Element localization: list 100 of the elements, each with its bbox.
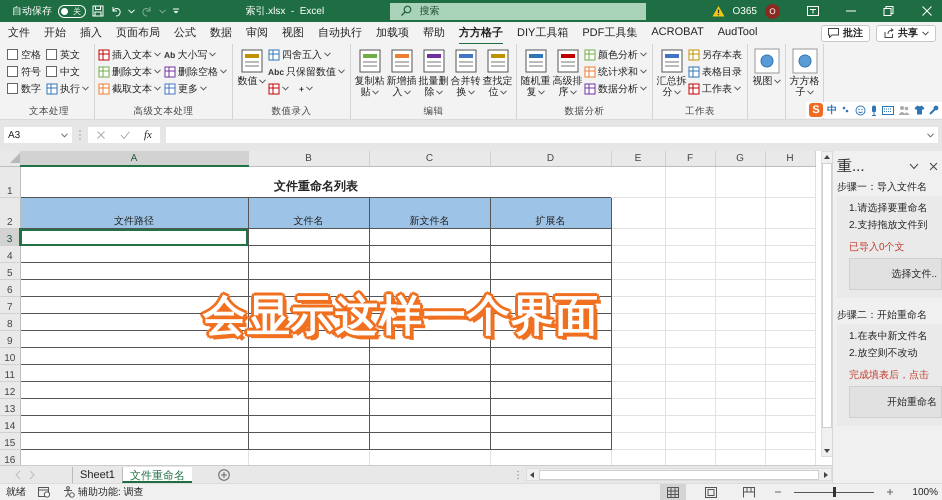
accessibility-icon[interactable] bbox=[63, 486, 75, 498]
row-header[interactable]: 8 bbox=[0, 314, 20, 330]
ribbon-button[interactable]: 随机重复 bbox=[520, 46, 552, 98]
checkbox[interactable] bbox=[7, 66, 18, 77]
input-mode[interactable]: 中 bbox=[827, 103, 837, 117]
customize-icon[interactable] bbox=[172, 7, 180, 15]
row-header[interactable]: 15 bbox=[0, 432, 20, 450]
ribbon-button[interactable]: 方方格子 bbox=[789, 46, 820, 98]
ribbon-button[interactable]: 汇总拆分 bbox=[656, 46, 688, 98]
zoom-level[interactable]: 100% bbox=[912, 486, 938, 498]
menu-tab[interactable]: 视图 bbox=[282, 22, 304, 44]
ribbon-button[interactable]: 执行 bbox=[46, 80, 91, 97]
microphone-icon[interactable] bbox=[870, 104, 878, 116]
checkbox[interactable] bbox=[7, 49, 18, 60]
close-icon[interactable] bbox=[929, 162, 938, 171]
menu-tab[interactable]: ACROBAT bbox=[651, 22, 704, 44]
ribbon-button[interactable]: 删除空格 bbox=[164, 63, 229, 80]
menu-tab[interactable]: 页面布局 bbox=[116, 22, 160, 44]
column-header[interactable]: E bbox=[611, 151, 665, 166]
zoom-in-icon[interactable] bbox=[886, 488, 894, 496]
ribbon-button[interactable]: 删除文本 bbox=[98, 63, 163, 80]
menu-tab[interactable]: PDF工具集 bbox=[582, 22, 638, 44]
ribbon-button[interactable]: Abc 只保留数值 bbox=[268, 63, 348, 80]
ribbon-display-icon[interactable] bbox=[807, 6, 819, 16]
zoom-slider[interactable] bbox=[794, 487, 874, 497]
checkbox[interactable] bbox=[46, 49, 57, 60]
ribbon-button[interactable]: Ab 大小写 bbox=[164, 46, 229, 63]
menu-tab[interactable]: 加载项 bbox=[376, 22, 409, 44]
menu-tab[interactable]: 数据 bbox=[210, 22, 232, 44]
ribbon-button[interactable]: 更多 bbox=[164, 80, 229, 97]
active-cell[interactable] bbox=[20, 228, 248, 246]
column-header[interactable]: C bbox=[369, 151, 490, 166]
ribbon-button[interactable]: 工作表 bbox=[688, 80, 744, 97]
menu-tab[interactable]: 帮助 bbox=[423, 22, 445, 44]
comment-button[interactable]: 批注 bbox=[821, 24, 870, 42]
keyboard-icon[interactable] bbox=[882, 106, 894, 114]
ribbon-button[interactable]: 高级排序 bbox=[552, 46, 584, 98]
row-header[interactable]: 1 bbox=[0, 166, 20, 198]
pane-button[interactable]: 选择文件.. bbox=[849, 258, 942, 290]
scroll-up-icon[interactable] bbox=[822, 154, 830, 160]
ribbon-button[interactable]: 数值 bbox=[236, 46, 267, 87]
ribbon-button[interactable]: 数据分析 bbox=[584, 80, 650, 97]
undo-icon[interactable] bbox=[110, 5, 122, 17]
ribbon-button[interactable]: 统计求和 bbox=[584, 63, 650, 80]
column-header[interactable]: B bbox=[248, 151, 369, 166]
insert-function-button[interactable]: fx bbox=[144, 129, 152, 141]
restore-icon[interactable] bbox=[883, 6, 895, 16]
column-header[interactable]: A bbox=[20, 151, 248, 166]
row-header[interactable]: 6 bbox=[0, 280, 20, 296]
ribbon-button[interactable]: 另存本表 bbox=[688, 46, 744, 63]
ribbon-button[interactable]: 表格目录 bbox=[688, 63, 744, 80]
menu-tab[interactable]: 开始 bbox=[44, 22, 66, 44]
save-icon[interactable] bbox=[92, 5, 104, 17]
menu-tab[interactable]: DIY工具箱 bbox=[517, 22, 568, 44]
add-sheet-icon[interactable] bbox=[218, 468, 230, 481]
row-header[interactable]: 10 bbox=[0, 348, 20, 364]
search-field[interactable]: 搜索 bbox=[390, 2, 646, 20]
accessibility-status[interactable]: 辅助功能: 调查 bbox=[78, 485, 144, 499]
name-box[interactable]: A3 bbox=[4, 127, 72, 143]
ribbon-button[interactable]: 合并转换 bbox=[450, 46, 482, 98]
ribbon-button[interactable]: 新增插入 bbox=[386, 46, 418, 98]
menu-tab[interactable]: AudTool bbox=[718, 22, 758, 44]
shirt-icon[interactable] bbox=[914, 105, 925, 115]
row-header[interactable]: 9 bbox=[0, 330, 20, 348]
vertical-scrollbar[interactable] bbox=[820, 151, 832, 457]
row-header[interactable]: 11 bbox=[0, 364, 20, 382]
menu-tab[interactable]: 公式 bbox=[174, 22, 196, 44]
column-header[interactable]: H bbox=[765, 151, 815, 166]
row-header[interactable]: 5 bbox=[0, 262, 20, 280]
row-header[interactable]: 2 bbox=[0, 198, 20, 228]
ribbon-button[interactable]: 复制粘贴 bbox=[354, 46, 386, 98]
menu-tab[interactable]: 插入 bbox=[80, 22, 102, 44]
share-button[interactable]: 共享 bbox=[876, 24, 936, 42]
horizontal-scrollbar[interactable] bbox=[526, 468, 832, 482]
avatar[interactable]: O bbox=[765, 4, 780, 18]
row-header[interactable]: 4 bbox=[0, 246, 20, 262]
smiley-icon[interactable] bbox=[855, 104, 866, 116]
view-button[interactable] bbox=[660, 484, 686, 500]
row-header[interactable]: 13 bbox=[0, 398, 20, 416]
column-header[interactable]: F bbox=[665, 151, 715, 166]
ribbon-button[interactable]: 插入文本 bbox=[98, 46, 163, 63]
column-header[interactable]: G bbox=[715, 151, 765, 166]
formula-field[interactable] bbox=[166, 127, 938, 143]
checkbox[interactable] bbox=[46, 66, 57, 77]
column-header[interactable]: D bbox=[490, 151, 611, 166]
row-header[interactable]: 14 bbox=[0, 416, 20, 432]
ribbon-button[interactable]: 查找定位 bbox=[482, 46, 514, 98]
ribbon-button[interactable]: 颜色分析 bbox=[584, 46, 650, 63]
checkbox[interactable] bbox=[7, 83, 18, 94]
ribbon-button[interactable]: 视图 bbox=[751, 46, 782, 87]
ribbon-button[interactable]: 截取文本 bbox=[98, 80, 163, 97]
scroll-right-icon[interactable] bbox=[823, 470, 829, 479]
ribbon-button[interactable]: 四舍五入 bbox=[268, 46, 348, 63]
row-header[interactable]: 3 bbox=[0, 228, 20, 246]
wrench-icon[interactable] bbox=[929, 105, 939, 115]
punctuation-icon[interactable] bbox=[841, 105, 851, 115]
menu-tab[interactable]: 审阅 bbox=[246, 22, 268, 44]
ribbon-button[interactable]: + bbox=[299, 80, 315, 97]
pane-button[interactable]: 开始重命名 bbox=[849, 386, 942, 418]
scroll-left-icon[interactable] bbox=[529, 470, 535, 479]
